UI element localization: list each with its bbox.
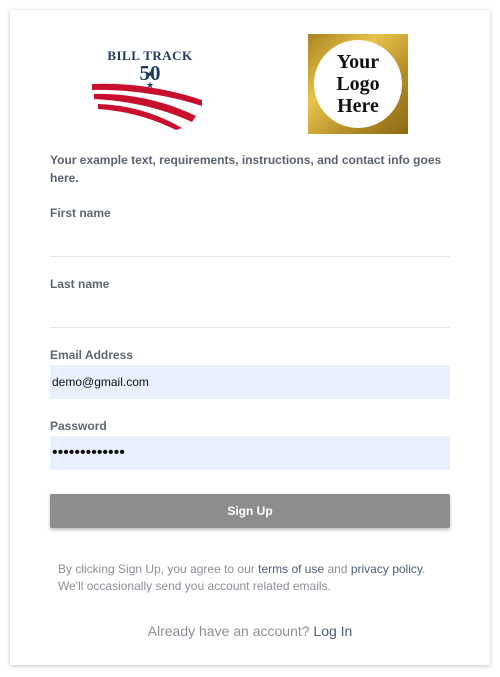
your-logo-placeholder: Your Logo Here [308,34,408,134]
flag-stripes-icon [92,83,202,130]
billtrack50-logo: BILL TRACK ★ ★ 50 [92,36,208,140]
first-name-label: First name [50,206,111,220]
password-label: Password [50,419,107,433]
email-field[interactable] [50,365,450,399]
logo-placeholder-text: Your Logo Here [336,51,380,117]
signup-card: BILL TRACK ★ ★ 50 Your Logo Here Your ex… [10,10,490,665]
privacy-policy-link[interactable]: privacy policy [351,562,422,576]
terms-of-use-link[interactable]: terms of use [258,562,324,576]
terms-middle: and [324,562,351,576]
email-label: Email Address [50,348,133,362]
login-prompt-text: Already have an account? [147,623,314,639]
login-prompt: Already have an account? Log In [10,623,490,639]
first-name-field[interactable] [50,223,450,257]
sign-up-button[interactable]: Sign Up [50,494,450,528]
terms-notice: By clicking Sign Up, you agree to our te… [58,561,443,595]
last-name-field[interactable] [50,294,450,328]
password-field[interactable] [50,436,450,470]
logo-placeholder-circle: Your Logo Here [314,40,402,128]
last-name-label: Last name [50,277,110,291]
terms-prefix: By clicking Sign Up, you agree to our [58,562,259,576]
log-in-link[interactable]: Log In [313,623,352,639]
intro-text: Your example text, requirements, instruc… [50,153,442,185]
